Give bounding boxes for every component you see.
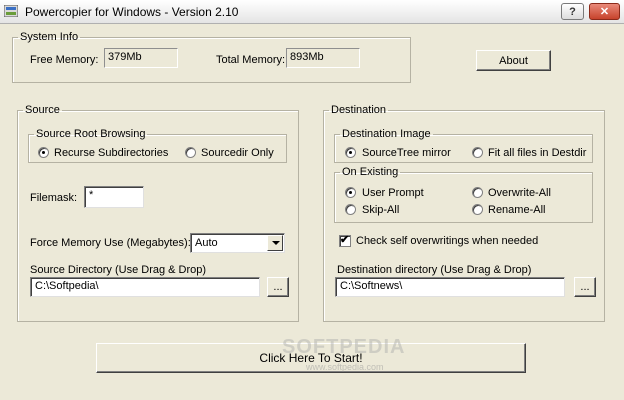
checkmark-icon: ✔ [340,234,350,246]
radio-sourcedir-only[interactable] [185,147,196,158]
radio-sourcetree-mirror-label[interactable]: SourceTree mirror [362,147,451,159]
watermark-logo: SOFTPEDIA [282,336,406,358]
force-memory-select[interactable]: Auto [190,233,285,253]
radio-overwrite-all[interactable] [472,187,483,198]
total-memory-label: Total Memory: [216,54,286,66]
source-directory-input[interactable]: C:\Softpedia\ [30,277,260,297]
radio-rename-all-label[interactable]: Rename-All [488,204,545,216]
filemask-input[interactable]: * [84,186,144,208]
source-root-browsing-legend: Source Root Browsing [36,128,146,140]
radio-fit-all-files-label[interactable]: Fit all files in Destdir [488,147,586,159]
radio-rename-all[interactable] [472,204,483,215]
check-self-overwrite-label[interactable]: Check self overwritings when needed [356,235,538,247]
free-memory-value: 379Mb [104,48,178,68]
destination-browse-button[interactable]: ... [574,277,596,297]
radio-skip-all-label[interactable]: Skip-All [362,204,399,216]
help-button[interactable]: ? [561,3,584,20]
force-memory-label: Force Memory Use (Megabytes): [30,237,191,249]
source-browse-button[interactable]: ... [267,277,289,297]
check-self-overwrite-checkbox[interactable]: ✔ [339,234,351,247]
system-info-legend: System Info [20,31,79,43]
radio-skip-all[interactable] [345,204,356,215]
radio-user-prompt[interactable] [345,187,356,198]
filemask-label: Filemask: [30,192,78,204]
radio-sourcedir-only-label[interactable]: Sourcedir Only [201,147,274,159]
total-memory-value: 893Mb [286,48,360,68]
chevron-down-icon[interactable] [267,235,283,251]
radio-user-prompt-label[interactable]: User Prompt [362,187,424,199]
destination-directory-input[interactable]: C:\Softnews\ [335,277,565,297]
watermark-url: www.softpedia.com [306,362,384,372]
destination-legend: Destination [331,104,387,116]
radio-recurse-subdirectories[interactable] [38,147,49,158]
on-existing-legend: On Existing [342,166,399,178]
destination-directory-label: Destination directory (Use Drag & Drop) [337,264,532,276]
radio-sourcetree-mirror[interactable] [345,147,356,158]
about-button[interactable]: About [476,50,551,71]
source-directory-label: Source Directory (Use Drag & Drop) [30,264,207,276]
radio-overwrite-all-label[interactable]: Overwrite-All [488,187,551,199]
close-button[interactable]: ✕ [589,3,620,20]
force-memory-value: Auto [195,237,218,249]
radio-recurse-subdirectories-label[interactable]: Recurse Subdirectories [54,147,168,159]
close-icon: ✕ [599,6,610,18]
title-bar: Powercopier for Windows - Version 2.10 ?… [0,0,624,24]
destination-image-legend: Destination Image [342,128,431,140]
source-legend: Source [25,104,60,116]
radio-fit-all-files[interactable] [472,147,483,158]
free-memory-label: Free Memory: [30,54,99,66]
window-title: Powercopier for Windows - Version 2.10 [25,5,239,19]
app-icon [4,5,18,17]
